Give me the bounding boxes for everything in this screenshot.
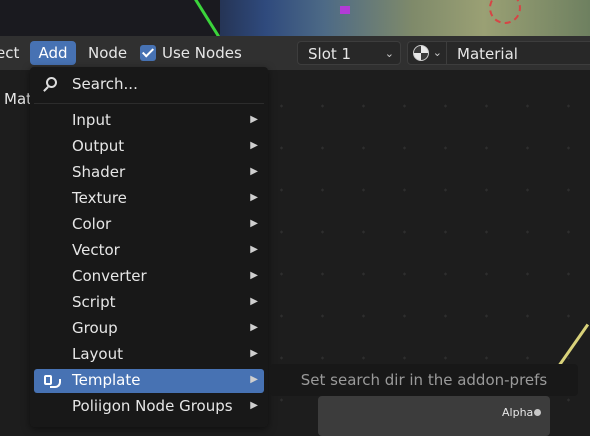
menu-item-label: Input xyxy=(72,111,111,129)
menu-item-label: Group xyxy=(72,319,118,337)
search-icon xyxy=(46,77,57,88)
menu-item-label: Color xyxy=(72,215,112,233)
menu-item-label: Template xyxy=(72,371,141,389)
add-menu-dropdown: Search... Input ▶ Output ▶ Shader ▶ Text… xyxy=(30,67,268,427)
menu-item-label: Shader xyxy=(72,163,126,181)
submenu-arrow-icon: ▶ xyxy=(250,348,258,359)
3d-viewport-strip xyxy=(0,0,590,36)
menu-item-label: Texture xyxy=(72,189,127,207)
menu-item-label: Vector xyxy=(72,241,120,259)
submenu-arrow-icon: ▶ xyxy=(250,192,258,203)
material-sphere-icon xyxy=(413,45,429,61)
menu-item-color[interactable]: Color ▶ xyxy=(34,213,264,237)
menu-item-converter[interactable]: Converter ▶ xyxy=(34,265,264,289)
slot-dropdown[interactable]: Slot 1 ⌄ xyxy=(297,41,401,65)
node-menu[interactable]: Node xyxy=(84,41,131,65)
3d-cursor-icon xyxy=(489,0,521,24)
template-tooltip: Set search dir in the addon-prefs xyxy=(270,364,578,396)
submenu-arrow-icon: ▶ xyxy=(250,218,258,229)
submenu-arrow-icon: ▶ xyxy=(250,400,258,411)
select-menu[interactable]: ect xyxy=(0,41,23,65)
submenu-arrow-icon: ▶ xyxy=(250,140,258,151)
search-label: Search... xyxy=(72,75,138,93)
menu-item-shader[interactable]: Shader ▶ xyxy=(34,161,264,185)
menu-item-label: Converter xyxy=(72,267,147,285)
menu-item-label: Script xyxy=(72,293,116,311)
menu-item-texture[interactable]: Texture ▶ xyxy=(34,187,264,211)
submenu-arrow-icon: ▶ xyxy=(250,114,258,125)
viewport-dark-area xyxy=(0,0,220,36)
slot-value: Slot 1 xyxy=(308,45,352,63)
submenu-arrow-icon: ▶ xyxy=(250,166,258,177)
menu-item-poliigon-node-groups[interactable]: Poliigon Node Groups ▶ xyxy=(34,395,264,419)
template-plug-icon xyxy=(44,373,62,389)
alpha-socket-label: Alpha xyxy=(502,406,534,419)
menu-item-output[interactable]: Output ▶ xyxy=(34,135,264,159)
submenu-arrow-icon: ▶ xyxy=(250,322,258,333)
menu-search-item[interactable]: Search... xyxy=(30,69,268,101)
add-menu[interactable]: Add xyxy=(30,41,76,65)
menu-item-input[interactable]: Input ▶ xyxy=(34,109,264,133)
use-nodes-toggle[interactable]: Use Nodes xyxy=(140,41,242,65)
alpha-socket[interactable] xyxy=(534,409,541,416)
use-nodes-checkbox[interactable] xyxy=(140,45,156,61)
material-name-field[interactable]: Material xyxy=(447,41,590,65)
menu-item-label: Layout xyxy=(72,345,123,363)
material-browse-dropdown[interactable]: ⌄ xyxy=(407,41,447,65)
menu-separator xyxy=(34,103,264,104)
menu-item-label: Output xyxy=(72,137,125,155)
menu-item-label: Poliigon Node Groups xyxy=(72,397,233,415)
node-editor-header: ect Add Node Use Nodes Slot 1 ⌄ ⌄ Materi… xyxy=(0,36,590,70)
viewport-marker xyxy=(340,6,350,14)
submenu-arrow-icon: ▶ xyxy=(250,270,258,281)
menu-item-script[interactable]: Script ▶ xyxy=(34,291,264,315)
menu-item-group[interactable]: Group ▶ xyxy=(34,317,264,341)
chevron-down-icon: ⌄ xyxy=(384,47,394,60)
material-overlay-label: Mat xyxy=(4,90,33,108)
use-nodes-label: Use Nodes xyxy=(162,44,242,62)
menu-item-layout[interactable]: Layout ▶ xyxy=(34,343,264,367)
submenu-arrow-icon: ▶ xyxy=(250,244,258,255)
menu-item-template[interactable]: Template ▶ xyxy=(34,369,264,393)
chevron-down-icon: ⌄ xyxy=(432,46,442,59)
submenu-arrow-icon: ▶ xyxy=(250,296,258,307)
submenu-arrow-icon: ▶ xyxy=(250,374,258,385)
menu-item-vector[interactable]: Vector ▶ xyxy=(34,239,264,263)
